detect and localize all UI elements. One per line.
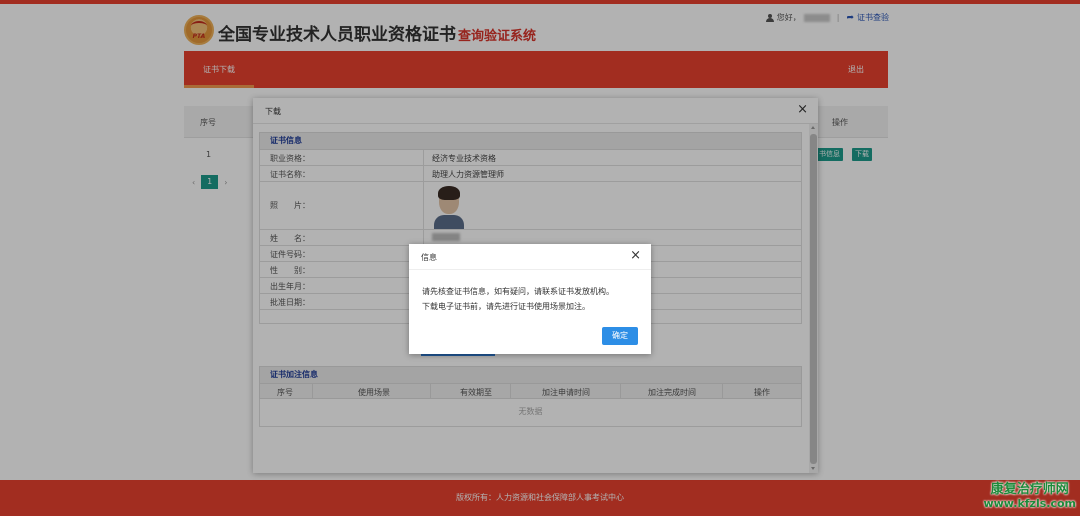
info-dialog-header: 信息 × — [409, 244, 651, 270]
watermark: 康复治疗师网 www.kfzls.com — [983, 482, 1076, 510]
watermark-line-1: 康复治疗师网 — [990, 482, 1069, 497]
watermark-line-2: www.kfzls.com — [983, 497, 1076, 510]
info-message-line-1: 请先核查证书信息，如有疑问，请联系证书发放机构。 — [422, 287, 614, 296]
info-message-line-2: 下载电子证书前，请先进行证书使用场景加注。 — [422, 302, 590, 311]
confirm-button[interactable]: 确定 — [602, 327, 638, 345]
info-dialog-title: 信息 — [421, 253, 437, 262]
info-dialog: 信息 × 请先核查证书信息，如有疑问，请联系证书发放机构。 下载电子证书前，请先… — [409, 244, 651, 354]
close-icon[interactable]: × — [630, 249, 641, 263]
